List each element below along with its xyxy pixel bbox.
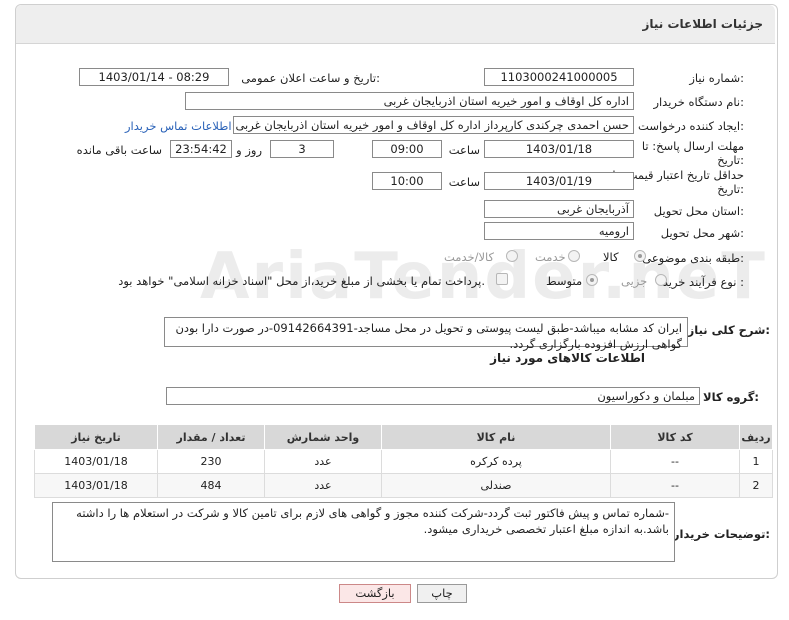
cell-qty: 484	[157, 473, 265, 498]
buyer-notes-label: توضیحات خریدار:	[672, 527, 770, 541]
need-number-field[interactable]: 1103000241000005	[484, 68, 634, 86]
goods-group-field[interactable]: مبلمان و دکوراسیون	[166, 387, 700, 405]
page-title: جزئیات اطلاعات نیاز	[642, 17, 763, 31]
category-both-radio[interactable]	[506, 250, 518, 262]
category-both-label: کالا/خدمت	[444, 250, 495, 264]
cell-date: 1403/01/18	[34, 473, 158, 498]
goods-section-title: اطلاعات کالاهای مورد نیاز	[490, 351, 645, 365]
col-name-header: نام کالا	[381, 424, 611, 450]
cell-qty: 230	[157, 449, 265, 474]
creator-field[interactable]: حسن احمدی چرکندی کارپرداز اداره کل اوقاف…	[233, 116, 634, 134]
table-row[interactable]: 1 -- پرده کرکره عدد 230 1403/01/18	[34, 449, 773, 474]
cell-code: --	[610, 449, 740, 474]
back-button[interactable]: بازگشت	[339, 584, 411, 603]
col-row-header: ردیف	[739, 424, 773, 450]
buyer-org-field[interactable]: اداره کل اوقاف و امور خیریه استان اذربای…	[185, 92, 634, 110]
cell-unit: عدد	[264, 473, 382, 498]
buyer-notes-textarea[interactable]: -شماره تماس و پیش فاکتور ثبت گردد-شرکت ک…	[52, 502, 675, 562]
province-field[interactable]: آذربایجان غربی	[484, 200, 634, 218]
treasury-payment-checkbox[interactable]	[496, 273, 508, 285]
col-code-header: کد کالا	[610, 424, 740, 450]
description-textarea[interactable]: ایران کد مشابه میباشد-طبق لیست پیوستی و …	[164, 317, 688, 351]
process-medium-radio[interactable]	[586, 274, 598, 286]
description-label: شرح کلی نیاز:	[687, 323, 770, 337]
deadline-time-label: ساعت	[448, 143, 480, 157]
deadline-date-field[interactable]: 1403/01/18	[484, 140, 634, 158]
goods-table: ردیف کد کالا نام کالا واحد شمارش تعداد /…	[34, 424, 773, 498]
col-qty-header: تعداد / مقدار	[157, 424, 265, 450]
cell-name: پرده کرکره	[381, 449, 611, 474]
time-remaining-field[interactable]: 23:54:42	[170, 140, 232, 158]
deadline-label: مهلت ارسال پاسخ: تا	[641, 139, 744, 153]
city-field[interactable]: ارومیه	[484, 222, 634, 240]
table-row[interactable]: 2 -- صندلی عدد 484 1403/01/18	[34, 473, 773, 498]
process-medium-label: متوسط	[546, 274, 583, 288]
announce-label: تاریخ و ساعت اعلان عمومی:	[241, 71, 380, 85]
announce-datetime-field[interactable]: 1403/01/14 - 08:29	[79, 68, 229, 86]
panel-header: جزئیات اطلاعات نیاز	[16, 5, 775, 44]
buyer-contact-link[interactable]: اطلاعات تماس خریدار	[125, 119, 232, 133]
cell-unit: عدد	[264, 449, 382, 474]
goods-table-header: ردیف کد کالا نام کالا واحد شمارش تعداد /…	[34, 424, 773, 450]
deadline-date-label: تاریخ:	[717, 153, 744, 167]
cell-row: 2	[739, 473, 773, 498]
category-goods-label: کالا	[603, 250, 619, 264]
category-goods-radio[interactable]	[634, 250, 646, 262]
process-minor-radio[interactable]	[655, 274, 667, 286]
need-number-label: شماره نیاز:	[689, 71, 744, 85]
goods-group-label: گروه کالا:	[703, 390, 759, 404]
city-label: شهر محل تحویل:	[660, 226, 744, 240]
process-label: نوع فرآیند خرید :	[662, 275, 744, 289]
validity-time-field[interactable]: 10:00	[372, 172, 442, 190]
print-button[interactable]: چاپ	[417, 584, 467, 603]
treasury-payment-note: پرداخت تمام یا بخشی از مبلغ خرید،از محل …	[118, 274, 485, 288]
days-remaining-field[interactable]: 3	[270, 140, 334, 158]
cell-row: 1	[739, 449, 773, 474]
deadline-time-field[interactable]: 09:00	[372, 140, 442, 158]
creator-label: ایجاد کننده درخواست:	[638, 119, 744, 133]
cell-name: صندلی	[381, 473, 611, 498]
col-unit-header: واحد شمارش	[264, 424, 382, 450]
validity-date-label: تاریخ:	[717, 182, 744, 196]
days-label: روز و	[236, 143, 262, 157]
province-label: استان محل تحویل:	[653, 204, 744, 218]
cell-code: --	[610, 473, 740, 498]
time-remaining-label: ساعت باقی مانده	[76, 143, 162, 157]
col-date-header: تاریخ نیاز	[34, 424, 158, 450]
validity-date-field[interactable]: 1403/01/19	[484, 172, 634, 190]
process-minor-label: جزیی	[621, 274, 648, 288]
validity-time-label: ساعت	[448, 175, 480, 189]
cell-date: 1403/01/18	[34, 449, 158, 474]
category-service-label: خدمت	[535, 250, 566, 264]
category-label: طبقه بندی موضوعی:	[642, 251, 744, 265]
category-service-radio[interactable]	[568, 250, 580, 262]
buyer-org-label: نام دستگاه خریدار:	[653, 95, 744, 109]
